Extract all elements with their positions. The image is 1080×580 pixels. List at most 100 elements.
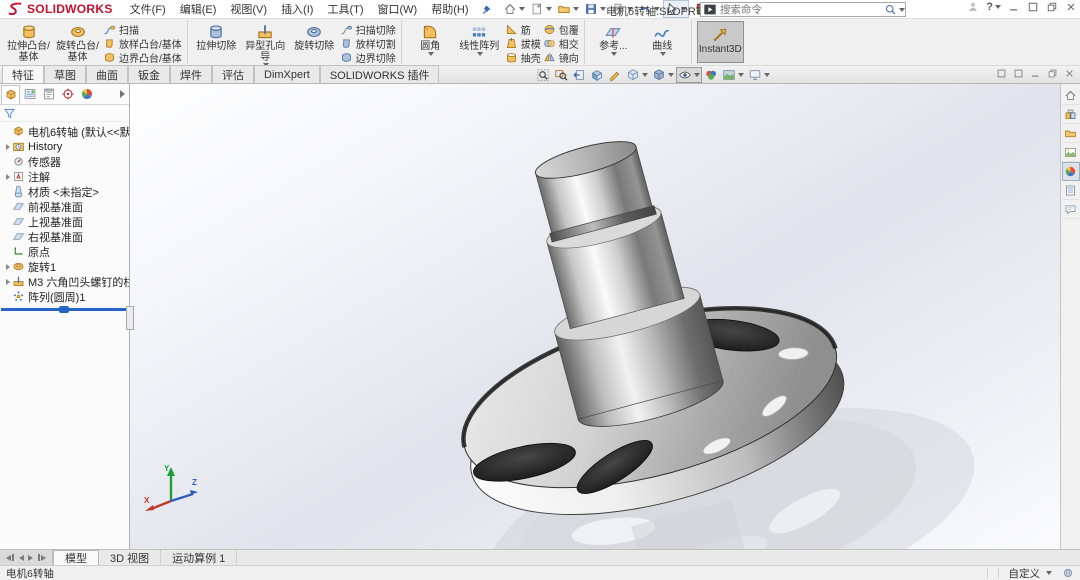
view-tool-button[interactable]	[624, 67, 650, 83]
tree-item[interactable]: 阵列(圆周)1	[0, 289, 129, 304]
menu-item[interactable]: 编辑(E)	[173, 4, 224, 16]
mirror-button[interactable]: 镜向	[543, 50, 579, 64]
doc-close-icon[interactable]	[1064, 68, 1075, 79]
loft-button[interactable]: 放样凸台/基体	[103, 36, 182, 50]
view-tool-button[interactable]	[606, 67, 624, 83]
tree-item[interactable]: 右视基准面	[0, 229, 129, 244]
search-input[interactable]	[720, 4, 884, 16]
menu-item[interactable]: 帮助(H)	[424, 4, 475, 16]
menu-item[interactable]: 视图(V)	[223, 4, 274, 16]
graphics-viewport[interactable]: Y X Z	[130, 84, 1060, 549]
curves-button[interactable]: 曲线	[639, 21, 686, 63]
command-tab[interactable]: 钣金	[128, 65, 170, 83]
task-pane-button[interactable]	[1062, 143, 1080, 162]
sweep-cut-button[interactable]: 扫描切除	[340, 22, 396, 36]
view-tool-button[interactable]	[588, 67, 606, 83]
view-tool-button[interactable]	[650, 67, 676, 83]
boundary-boss-button[interactable]: 边界凸台/基体	[103, 50, 182, 64]
command-tab[interactable]: 特征	[2, 65, 44, 83]
close-button[interactable]	[1065, 1, 1077, 13]
part-model[interactable]	[130, 84, 1060, 549]
doc-maximize-icon[interactable]	[996, 68, 1007, 79]
doc-tile-icon[interactable]	[1013, 68, 1024, 79]
tree-item[interactable]: M3 六角凹头螺钉的柱形沉...	[0, 274, 129, 289]
view-tool-button[interactable]	[720, 67, 746, 83]
expand-arrow-icon[interactable]	[3, 279, 12, 285]
tree-item[interactable]: 前视基准面	[0, 199, 129, 214]
view-tool-button[interactable]	[746, 67, 772, 83]
command-tab[interactable]: 曲面	[86, 65, 128, 83]
save-button[interactable]	[582, 0, 608, 18]
tree-item[interactable]: 原点	[0, 244, 129, 259]
new-document-button[interactable]	[528, 0, 554, 18]
expand-arrow-icon[interactable]	[3, 264, 12, 270]
revolve-boss-button[interactable]: 旋转凸台/基体	[54, 21, 101, 63]
open-button[interactable]	[555, 0, 581, 18]
tab-feature-manager[interactable]	[1, 85, 20, 104]
task-pane-button[interactable]	[1062, 200, 1080, 219]
first-tab-button[interactable]	[6, 554, 15, 561]
view-tool-button[interactable]	[676, 67, 702, 83]
display-pane-splitter[interactable]	[126, 306, 134, 330]
tab-dimxpert-manager[interactable]	[58, 85, 77, 104]
command-tab[interactable]: DimXpert	[254, 65, 320, 83]
command-tab[interactable]: 草图	[44, 65, 86, 83]
search-icon[interactable]	[884, 3, 897, 16]
previous-tab-button[interactable]	[19, 555, 24, 561]
next-tab-button[interactable]	[28, 555, 33, 561]
fillet-button[interactable]: 圆角	[407, 21, 454, 63]
task-pane-button[interactable]	[1062, 124, 1080, 143]
view-tool-button[interactable]	[702, 67, 720, 83]
linear-pattern-button[interactable]: 线性阵列	[456, 21, 503, 63]
view-tool-button[interactable]	[534, 67, 552, 83]
tree-item[interactable]: 上视基准面	[0, 214, 129, 229]
tab-display-manager[interactable]	[77, 85, 96, 104]
document-tab[interactable]: 模型	[53, 550, 99, 565]
tree-item[interactable]: 电机6转轴 (默认<<默认>_显...	[0, 124, 129, 139]
draft-button[interactable]: 拔模	[505, 36, 541, 50]
doc-minimize-icon[interactable]	[1030, 68, 1041, 79]
custom-status-dropdown[interactable]: 自定义	[1009, 566, 1053, 580]
reference-geometry-button[interactable]: 参考...	[590, 21, 637, 63]
tab-property-manager[interactable]	[20, 85, 39, 104]
restore-button[interactable]	[1046, 1, 1058, 13]
last-tab-button[interactable]	[37, 554, 46, 561]
wrap-button[interactable]: 包覆	[543, 22, 579, 36]
command-tab[interactable]: SOLIDWORKS 插件	[320, 65, 440, 83]
search-dropdown-caret[interactable]	[899, 8, 905, 12]
tree-item[interactable]: 旋转1	[0, 259, 129, 274]
shell-button[interactable]: 抽壳	[505, 50, 541, 64]
search-scope-icon[interactable]	[702, 3, 718, 16]
menu-item[interactable]: 窗口(W)	[371, 4, 425, 16]
expand-pane-chevron-icon[interactable]	[120, 90, 125, 98]
menu-item[interactable]: 工具(T)	[320, 4, 370, 16]
sweep-button[interactable]: 扫描	[103, 22, 182, 36]
task-pane-button[interactable]	[1062, 105, 1080, 124]
extrude-boss-button[interactable]: 拉伸凸台/基体	[5, 21, 52, 63]
home-button[interactable]	[501, 0, 527, 18]
instant3d-button[interactable]: Instant3D	[697, 21, 744, 63]
task-pane-button[interactable]	[1062, 181, 1080, 200]
rib-button[interactable]: 筋	[505, 22, 541, 36]
tab-configuration-manager[interactable]	[39, 85, 58, 104]
tree-item[interactable]: 传感器	[0, 154, 129, 169]
document-tab[interactable]: 3D 视图	[99, 550, 161, 565]
view-tool-button[interactable]	[552, 67, 570, 83]
minimize-button[interactable]	[1008, 1, 1020, 13]
intersect-button[interactable]: 相交	[543, 36, 579, 50]
document-tab[interactable]: 运动算例 1	[161, 550, 237, 565]
doc-restore-icon[interactable]	[1047, 68, 1058, 79]
help-button[interactable]: ?	[986, 1, 1001, 13]
command-tab[interactable]: 评估	[212, 65, 254, 83]
task-pane-button[interactable]	[1062, 86, 1080, 105]
expand-arrow-icon[interactable]	[3, 174, 12, 180]
pin-icon[interactable]	[480, 3, 493, 16]
task-pane-button[interactable]	[1062, 162, 1080, 181]
revolve-cut-button[interactable]: 旋转切除	[291, 21, 338, 63]
hole-wizard-button[interactable]: 异型孔向导	[242, 21, 289, 63]
globe-status-icon[interactable]	[1062, 567, 1074, 579]
filter-icon[interactable]	[3, 107, 16, 120]
menu-item[interactable]: 文件(F)	[123, 4, 173, 16]
tree-item[interactable]: 材质 <未指定>	[0, 184, 129, 199]
view-tool-button[interactable]	[570, 67, 588, 83]
